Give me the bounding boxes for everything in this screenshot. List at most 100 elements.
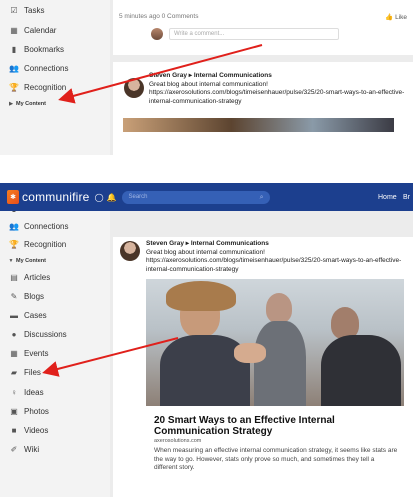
- blog-icon: ✎: [10, 292, 18, 301]
- search-icon: ⌕: [259, 193, 264, 201]
- link-preview-image[interactable]: [146, 279, 404, 406]
- photo-person: [266, 293, 292, 323]
- trophy-icon: 🏆: [9, 240, 19, 249]
- photo-person: [166, 281, 236, 311]
- post-author[interactable]: Steven Gray: [146, 240, 184, 247]
- sidebar-item-label: Discussions: [24, 330, 67, 339]
- post-author[interactable]: Steven Gray: [149, 72, 187, 79]
- sidebar-item-label: My Content: [16, 101, 46, 107]
- bottom-screenshot: ▮ Bookmarks 👥 Connections 🏆 Recognition …: [0, 183, 413, 497]
- sidebar-item-recognition[interactable]: 🏆 Recognition: [8, 83, 66, 92]
- briefcase-icon: ▬: [10, 311, 18, 320]
- feed-card: 5 minutes ago 0 Comments 👍 Like Write a …: [113, 0, 413, 55]
- sidebar-item-label: Wiki: [24, 445, 40, 454]
- avatar: [120, 241, 140, 261]
- post-body: Steven Gray ▸ Internal Communications Gr…: [146, 240, 404, 274]
- sidebar-item-label: Videos: [24, 426, 49, 435]
- sidebar-item-label: Connections: [24, 222, 69, 231]
- thumbs-up-icon: 👍: [385, 14, 394, 21]
- sidebar-item-bookmarks[interactable]: ▮ Bookmarks: [8, 45, 64, 54]
- post-card: Steven Gray ▸ Internal Communications Gr…: [113, 62, 413, 155]
- sidebar-item-files[interactable]: ▰ Files: [8, 368, 41, 377]
- sidebar-item-label: Connections: [24, 64, 69, 73]
- sidebar-item-label: Tasks: [24, 6, 45, 15]
- article-description: When measuring an effective internal com…: [154, 447, 398, 471]
- sidebar-item-label: My Content: [16, 258, 46, 264]
- nav-truncated-link[interactable]: Br: [403, 194, 410, 201]
- link-preview-image[interactable]: [123, 118, 394, 132]
- video-icon: ■: [11, 426, 17, 435]
- avatar: [151, 28, 163, 40]
- sidebar-item-tasks[interactable]: ☑ Tasks: [8, 6, 44, 15]
- sidebar-item-label: Blogs: [24, 292, 45, 301]
- caret-down-icon: ▼: [8, 258, 14, 264]
- like-button[interactable]: 👍 Like: [385, 13, 407, 21]
- feed: 5 minutes ago 0 Comments 👍 Like Write a …: [110, 0, 413, 155]
- navbar: ✱ communifire ◯ 🔔 Search ⌕ Home Br: [0, 183, 413, 211]
- sidebar-item-events[interactable]: ▦ Events: [8, 349, 48, 358]
- chat-bubble-icon[interactable]: ◯: [95, 193, 104, 202]
- calendar-icon: ▦: [10, 349, 18, 358]
- avatar: [124, 78, 144, 98]
- search-input[interactable]: Search ⌕: [122, 190, 271, 204]
- wiki-icon: ✐: [10, 445, 18, 454]
- post-card: Steven Gray ▸ Internal Communications Gr…: [113, 237, 413, 497]
- search-placeholder: Search: [128, 193, 148, 200]
- sidebar-item-my-content[interactable]: ▼ My Content: [8, 258, 46, 264]
- sidebar: ☑ Tasks ▦ Calendar ▮ Bookmarks 👥 Connect…: [0, 0, 110, 155]
- sidebar-item-label: Articles: [24, 273, 51, 282]
- sidebar-item-connections[interactable]: 👥 Connections: [8, 222, 68, 231]
- post-body: Steven Gray ▸ Internal Communications Gr…: [149, 72, 409, 106]
- sidebar-item-ideas[interactable]: ♀ Ideas: [8, 388, 44, 397]
- logo-icon[interactable]: ✱: [7, 190, 19, 204]
- article-icon: ▤: [10, 273, 18, 282]
- post-text: Great blog about internal communication!: [149, 80, 268, 88]
- caret-right-icon: ▶: [9, 101, 13, 107]
- sidebar-item-my-content[interactable]: ▶ My Content: [8, 101, 46, 107]
- sidebar-item-blogs[interactable]: ✎ Blogs: [8, 292, 44, 301]
- folder-icon: ▰: [10, 368, 18, 377]
- comment-row: Write a comment...: [151, 28, 339, 40]
- post-link[interactable]: https://axerosolutions.com/blogs/timeise…: [149, 89, 409, 106]
- post-text: Great blog about internal communication!: [146, 248, 265, 256]
- sidebar-item-recognition[interactable]: 🏆 Recognition: [8, 240, 66, 249]
- separator: [0, 155, 413, 183]
- comment-input[interactable]: Write a comment...: [169, 28, 339, 40]
- sidebar-item-cases[interactable]: ▬ Cases: [8, 311, 47, 320]
- photo-person: [234, 343, 266, 363]
- sidebar-item-connections[interactable]: 👥 Connections: [8, 64, 68, 73]
- article-title[interactable]: 20 Smart Ways to an Effective Internal C…: [154, 415, 398, 437]
- sidebar-item-articles[interactable]: ▤ Articles: [8, 273, 50, 282]
- sidebar-item-label: Bookmarks: [24, 45, 65, 54]
- sidebar-item-calendar[interactable]: ▦ Calendar: [8, 26, 56, 35]
- sidebar-item-photos[interactable]: ▣ Photos: [8, 407, 49, 416]
- bell-icon[interactable]: 🔔: [107, 193, 117, 202]
- sidebar-item-wiki[interactable]: ✐ Wiki: [8, 445, 39, 454]
- sidebar-item-label: Calendar: [24, 26, 57, 35]
- sidebar-item-label: Recognition: [24, 83, 67, 92]
- post-group[interactable]: Internal Communications: [194, 72, 272, 79]
- sidebar-item-label: Files: [24, 368, 41, 377]
- photo-person: [321, 335, 401, 406]
- logo-text[interactable]: communifire: [22, 190, 90, 204]
- sidebar-item-videos[interactable]: ■ Videos: [8, 426, 49, 435]
- nav-home[interactable]: Home: [378, 194, 397, 201]
- checkbox-icon: ☑: [10, 6, 18, 15]
- trophy-icon: 🏆: [9, 83, 19, 92]
- post-link[interactable]: https://axerosolutions.com/blogs/timeise…: [146, 257, 404, 274]
- sidebar-item-label: Events: [24, 349, 49, 358]
- photo-person: [254, 321, 306, 406]
- lightbulb-icon: ♀: [11, 388, 17, 397]
- post-meta: 5 minutes ago 0 Comments: [119, 13, 199, 20]
- sidebar-item-label: Ideas: [24, 388, 44, 397]
- people-icon: 👥: [9, 64, 19, 73]
- bookmark-icon: ▮: [11, 45, 17, 54]
- chat-icon: ●: [11, 330, 17, 339]
- sidebar: ▮ Bookmarks 👥 Connections 🏆 Recognition …: [0, 183, 110, 497]
- calendar-icon: ▦: [10, 26, 18, 35]
- feed: Steven Gray ▸ Internal Communications Gr…: [110, 211, 413, 497]
- photo-icon: ▣: [10, 407, 18, 416]
- sidebar-item-discussions[interactable]: ● Discussions: [8, 330, 67, 339]
- sidebar-item-label: Recognition: [24, 240, 67, 249]
- post-group[interactable]: Internal Communications: [191, 240, 269, 247]
